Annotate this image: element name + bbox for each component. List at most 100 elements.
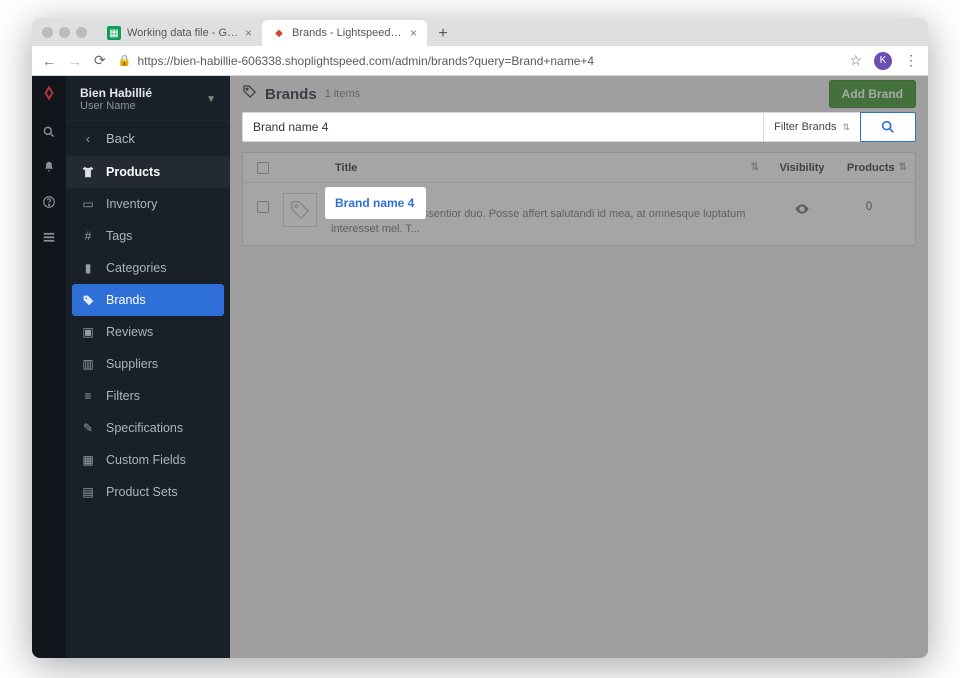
- tab-close-icon[interactable]: ×: [410, 26, 417, 40]
- window-min-dot[interactable]: [59, 27, 70, 38]
- sidebar-item-label: Brands: [106, 293, 146, 307]
- tab-title: Brands - Lightspeed eCom: [292, 27, 404, 39]
- sidebar-item-label: Reviews: [106, 325, 153, 339]
- chart-icon: ▥: [80, 357, 96, 371]
- sidebar-item-categories[interactable]: ▮ Categories: [66, 252, 230, 284]
- sidebar-item-specifications[interactable]: ✎ Specifications: [66, 412, 230, 444]
- brand-name-link[interactable]: Brand name 4: [331, 191, 757, 205]
- brands-table: Title ⇅ Visibility Products ⇅: [242, 152, 916, 246]
- icon-rail: [32, 76, 66, 658]
- wrench-icon: ✎: [80, 421, 96, 435]
- tag-icon: [242, 84, 257, 104]
- sidebar-item-label: Categories: [106, 261, 166, 275]
- shirt-icon: [80, 165, 96, 179]
- column-visibility[interactable]: Visibility: [779, 162, 824, 174]
- sidebar-item-inventory[interactable]: ▭ Inventory: [66, 188, 230, 220]
- url-text: https://bien-habillie-606338.shoplightsp…: [137, 54, 594, 68]
- window-controls: [32, 27, 97, 38]
- window-close-dot[interactable]: [42, 27, 53, 38]
- window-max-dot[interactable]: [76, 27, 87, 38]
- lightspeed-favicon: ◆: [272, 26, 286, 40]
- search-bar: Filter Brands ⇅: [242, 112, 916, 142]
- sidebar-item-label: Suppliers: [106, 357, 158, 371]
- browser-tab-strip: ▦ Working data file - Google She × ◆ Bra…: [32, 18, 928, 46]
- page-title: Brands: [265, 86, 317, 103]
- sort-icon[interactable]: ⇅: [751, 162, 759, 173]
- stack-icon: ▤: [80, 485, 96, 499]
- tag-icon: [80, 294, 96, 307]
- hash-icon: #: [80, 229, 96, 243]
- filter-brands-select[interactable]: Filter Brands ⇅: [764, 112, 860, 142]
- select-all-checkbox[interactable]: [257, 162, 269, 174]
- filter-label: Filter Brands: [774, 121, 836, 133]
- browser-toolbar: ← → ⟳ 🔒 https://bien-habillie-606338.sho…: [32, 46, 928, 76]
- back-button[interactable]: ←: [42, 53, 56, 69]
- new-tab-button[interactable]: +: [431, 22, 455, 46]
- forward-button[interactable]: →: [68, 53, 82, 69]
- sidebar-back[interactable]: ‹ Back: [66, 120, 230, 156]
- reload-button[interactable]: ⟳: [94, 52, 106, 69]
- card-icon: ▭: [80, 197, 96, 211]
- sidebar-item-reviews[interactable]: ▣ Reviews: [66, 316, 230, 348]
- chevron-down-icon: ▼: [206, 94, 216, 105]
- search-input[interactable]: [242, 112, 764, 142]
- brand-description: Ei autem audiam assentior duo. Posse aff…: [331, 207, 757, 237]
- bookmark-star-icon[interactable]: ☆: [849, 52, 862, 69]
- sidebar-item-brands[interactable]: Brands: [72, 284, 224, 316]
- sidebar-item-custom-fields[interactable]: ▦ Custom Fields: [66, 444, 230, 476]
- sidebar-item-filters[interactable]: ≡ Filters: [66, 380, 230, 412]
- sidebar-item-tags[interactable]: # Tags: [66, 220, 230, 252]
- lock-icon: 🔒: [118, 54, 132, 67]
- tab-title: Working data file - Google She: [127, 27, 239, 39]
- main-content: Brands 1 items Add Brand Filter Brands ⇅: [230, 76, 928, 658]
- sidebar-item-suppliers[interactable]: ▥ Suppliers: [66, 348, 230, 380]
- help-icon[interactable]: [42, 195, 56, 212]
- lightspeed-logo-icon[interactable]: [40, 84, 58, 107]
- column-title[interactable]: Title: [335, 162, 357, 174]
- table-row[interactable]: Brand name 4 Ei autem audiam assentior d…: [243, 183, 915, 245]
- grid-icon: ▦: [80, 453, 96, 467]
- row-checkbox[interactable]: [257, 201, 269, 213]
- search-icon: [880, 119, 896, 135]
- add-brand-button[interactable]: Add Brand: [829, 80, 916, 108]
- browser-window: ▦ Working data file - Google She × ◆ Bra…: [32, 18, 928, 658]
- apps-icon[interactable]: [42, 230, 56, 247]
- chat-icon: ▣: [80, 325, 96, 339]
- sidebar-item-label: Tags: [106, 229, 132, 243]
- account-switcher[interactable]: Bien Habillié User Name ▼: [66, 76, 230, 120]
- search-button[interactable]: [860, 112, 916, 142]
- search-icon[interactable]: [42, 125, 56, 142]
- sidebar-item-label: Custom Fields: [106, 453, 186, 467]
- sort-icon[interactable]: ⇅: [899, 162, 907, 173]
- user-name: User Name: [80, 100, 152, 112]
- sidebar-item-label: Product Sets: [106, 485, 178, 499]
- sidebar: Bien Habillié User Name ▼ ‹ Back Product…: [66, 76, 230, 658]
- visibility-eye-icon[interactable]: [794, 208, 810, 220]
- sidebar-item-label: Filters: [106, 389, 140, 403]
- sidebar-item-label: Specifications: [106, 421, 183, 435]
- tab-close-icon[interactable]: ×: [245, 26, 252, 40]
- brand-thumbnail[interactable]: [283, 193, 317, 227]
- column-products[interactable]: Products: [847, 162, 895, 174]
- sidebar-item-label: Inventory: [106, 197, 157, 211]
- site-name: Bien Habillié: [80, 86, 152, 100]
- browser-tab-0[interactable]: ▦ Working data file - Google She ×: [97, 20, 262, 46]
- address-bar[interactable]: 🔒 https://bien-habillie-606338.shoplight…: [118, 54, 838, 68]
- profile-avatar[interactable]: K: [874, 52, 892, 70]
- sheets-favicon: ▦: [107, 26, 121, 40]
- item-count: 1 items: [325, 88, 360, 100]
- sliders-icon: ≡: [80, 389, 96, 403]
- table-header: Title ⇅ Visibility Products ⇅: [243, 153, 915, 183]
- folder-icon: ▮: [80, 261, 96, 275]
- back-label: Back: [106, 131, 135, 146]
- browser-tab-1[interactable]: ◆ Brands - Lightspeed eCom ×: [262, 20, 427, 46]
- sidebar-item-label: Products: [106, 165, 160, 179]
- chevron-left-icon: ‹: [80, 132, 96, 146]
- browser-menu-icon[interactable]: ⋮: [904, 52, 918, 69]
- sidebar-item-products[interactable]: Products: [66, 156, 230, 188]
- products-count: 0: [866, 201, 872, 213]
- sort-icon: ⇅: [842, 122, 850, 133]
- page-header: Brands 1 items Add Brand: [230, 76, 928, 112]
- sidebar-item-product-sets[interactable]: ▤ Product Sets: [66, 476, 230, 508]
- bell-icon[interactable]: [42, 160, 56, 177]
